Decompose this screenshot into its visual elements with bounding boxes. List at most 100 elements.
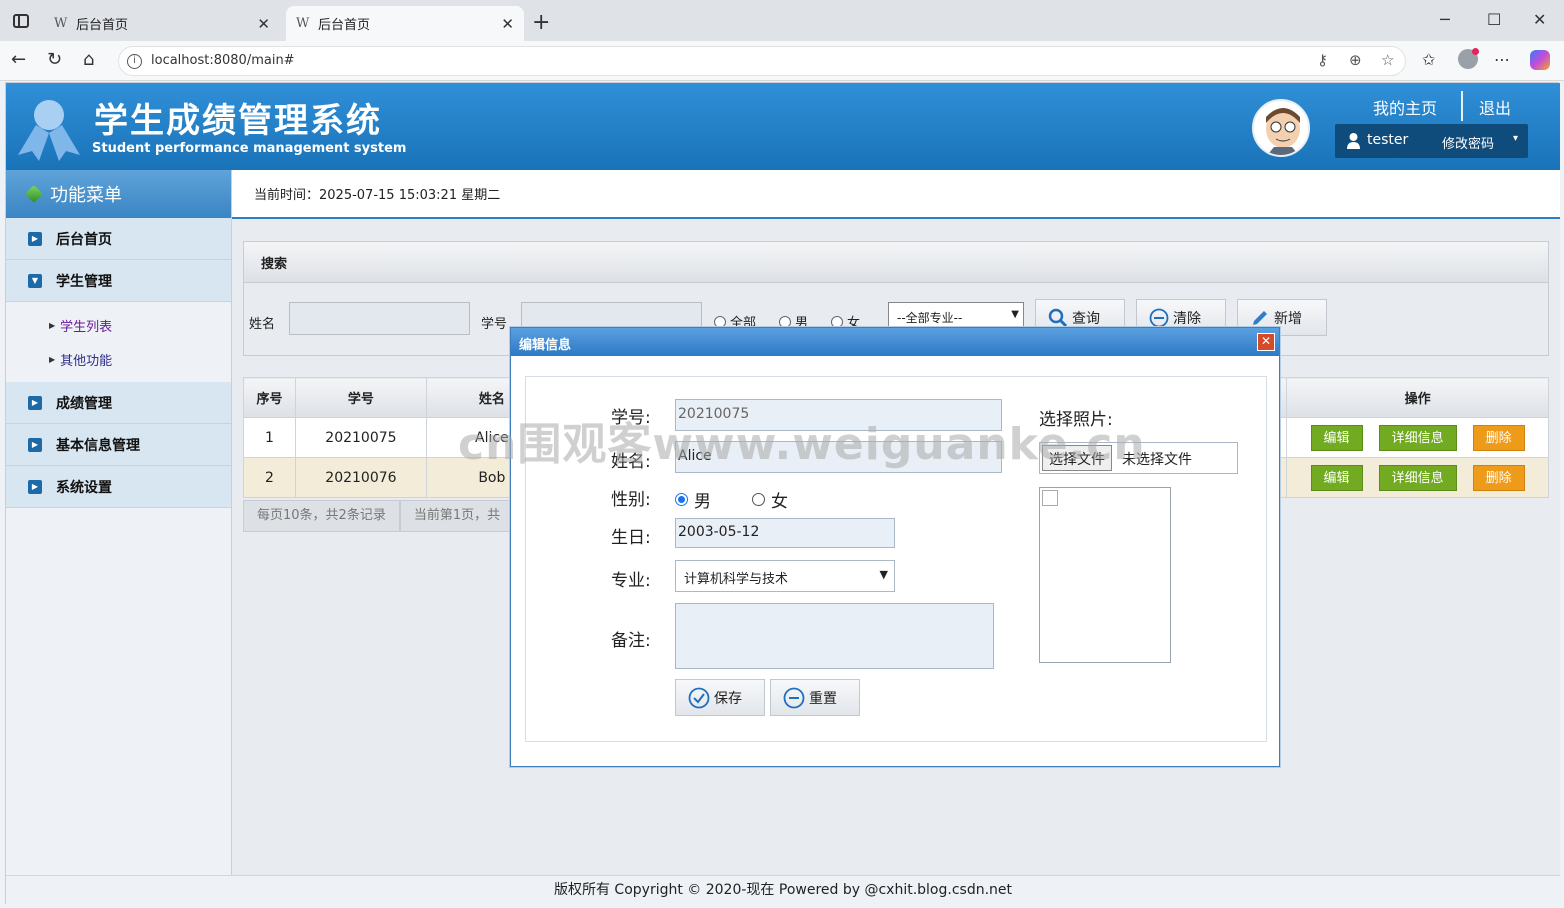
- key-icon[interactable]: ⚷: [1317, 51, 1328, 69]
- edit-button[interactable]: 编辑: [1310, 464, 1363, 491]
- photo-preview: [1039, 487, 1171, 663]
- add-button-label: 新增: [1274, 310, 1302, 327]
- reset-button[interactable]: 重置: [770, 679, 860, 716]
- query-button-label: 查询: [1072, 310, 1100, 327]
- gender-radio-male[interactable]: 男: [675, 487, 711, 512]
- menu-expanded-icon: ▼: [28, 273, 42, 288]
- username-label: tester: [1367, 132, 1409, 148]
- app-title: 学生成绩管理系统: [94, 101, 382, 141]
- menu-arrow-icon: ▶: [28, 395, 42, 410]
- maximize-icon[interactable]: ☐: [1487, 10, 1501, 29]
- broken-image-icon: [1042, 490, 1058, 506]
- browser-tab-2[interactable]: W 后台首页 ✕: [286, 6, 524, 41]
- chevron-down-icon: ▼: [879, 568, 888, 581]
- profile-icon[interactable]: [1458, 48, 1479, 69]
- dialog-close-icon[interactable]: ✕: [1257, 333, 1275, 351]
- sidebar-heading-label: 功能菜单: [50, 185, 122, 206]
- tab-favicon-icon: W: [54, 16, 68, 31]
- save-button-label: 保存: [714, 690, 742, 707]
- close-tab-icon[interactable]: ✕: [257, 15, 270, 33]
- photo-file-input[interactable]: 选择文件 未选择文件: [1039, 442, 1238, 474]
- sidebar-toggle-icon[interactable]: [13, 14, 29, 28]
- minimize-icon[interactable]: ─: [1440, 10, 1450, 29]
- sidebar-subitem-other[interactable]: ▶ 其他功能: [6, 342, 231, 376]
- pager-info: 每页10条，共2条记录: [243, 500, 400, 532]
- submenu: ▶ 学生列表 ▶ 其他功能: [6, 302, 231, 382]
- major-dropdown[interactable]: 计算机科学与技术 ▼: [675, 560, 895, 592]
- more-menu-icon[interactable]: ⋯: [1494, 50, 1510, 69]
- sidebar-item-basic-info[interactable]: ▶ 基本信息管理: [6, 424, 231, 466]
- zoom-icon[interactable]: ⊕: [1349, 51, 1362, 69]
- new-tab-icon[interactable]: +: [532, 10, 550, 35]
- favorite-star-icon[interactable]: ☆: [1381, 51, 1394, 69]
- name-search-label: 姓名: [249, 317, 276, 332]
- major-select[interactable]: --全部专业-- ▼: [888, 302, 1024, 330]
- search-icon: [1048, 308, 1068, 327]
- edit-button[interactable]: 编辑: [1310, 424, 1363, 451]
- name-label: 姓名:: [611, 452, 651, 472]
- sidebar-item-grades[interactable]: ▶ 成绩管理: [6, 382, 231, 424]
- copilot-icon[interactable]: [1530, 50, 1550, 70]
- save-button[interactable]: 保存: [675, 679, 765, 716]
- cell-no: 2: [243, 457, 296, 498]
- birthday-label: 生日:: [611, 528, 651, 548]
- sidebar-item-settings[interactable]: ▶ 系统设置: [6, 466, 231, 508]
- menu-cube-icon: [24, 184, 44, 204]
- browser-tab-1[interactable]: W 后台首页 ✕: [44, 6, 280, 41]
- gender-radio-female[interactable]: 女: [752, 487, 788, 512]
- edit-dialog: 编辑信息 ✕ 学号: 20210075 姓名: Alice 性别: 男 女 生日…: [510, 327, 1280, 767]
- logout-link[interactable]: 退出: [1479, 95, 1511, 119]
- user-menu[interactable]: tester 修改密码 ▾: [1335, 124, 1528, 158]
- chevron-down-icon[interactable]: ▾: [1513, 133, 1518, 144]
- chevron-down-icon: ▼: [1011, 309, 1019, 320]
- close-tab-icon[interactable]: ✕: [501, 15, 514, 33]
- home-icon[interactable]: ⌂: [83, 49, 94, 70]
- favorites-icon[interactable]: ✩: [1422, 50, 1435, 69]
- app-subtitle: Student performance management system: [92, 141, 407, 156]
- header-divider: [1461, 91, 1463, 121]
- birthday-field[interactable]: 2003-05-12: [675, 518, 895, 548]
- time-label: 当前时间：: [254, 188, 320, 203]
- reload-icon[interactable]: ↻: [47, 49, 62, 70]
- choose-file-button[interactable]: 选择文件: [1042, 445, 1112, 471]
- dialog-title: 编辑信息: [511, 328, 1279, 356]
- note-textarea[interactable]: [675, 603, 994, 669]
- site-info-icon[interactable]: i: [127, 54, 142, 69]
- major-label: 专业:: [611, 571, 651, 591]
- minus-circle-icon: [783, 687, 805, 708]
- sidebar-item-label: 成绩管理: [56, 395, 112, 412]
- sidebar-item-label: 系统设置: [56, 479, 112, 496]
- search-heading: 搜索: [244, 242, 1548, 283]
- cell-no: 1: [243, 417, 296, 458]
- detail-button[interactable]: 详细信息: [1378, 424, 1457, 451]
- change-password-link[interactable]: 修改密码: [1442, 133, 1494, 152]
- dialog-body: 学号: 20210075 姓名: Alice 性别: 男 女 生日: 2003-…: [525, 376, 1267, 742]
- subitem-label: 其他功能: [60, 353, 113, 369]
- window-close-icon[interactable]: ✕: [1533, 10, 1546, 29]
- time-value: 2025-07-15 15:03:21 星期二: [319, 188, 501, 203]
- name-field[interactable]: Alice: [675, 441, 1002, 473]
- sid-search-label: 学号: [481, 317, 508, 332]
- sidebar-item-student-management[interactable]: ▼ 学生管理: [6, 260, 231, 302]
- cell-actions: 编辑 详细信息 删除: [1286, 457, 1549, 498]
- note-label: 备注:: [611, 631, 651, 651]
- name-search-input[interactable]: [289, 302, 470, 335]
- browser-tab-strip: W 后台首页 ✕ W 后台首页 ✕ + ─ ☐ ✕: [0, 0, 1564, 41]
- sidebar-item-home[interactable]: ▶ 后台首页: [6, 218, 231, 260]
- file-status: 未选择文件: [1122, 452, 1192, 468]
- tab-favicon-icon: W: [296, 16, 310, 31]
- delete-button[interactable]: 删除: [1472, 464, 1525, 491]
- my-home-link[interactable]: 我的主页: [1373, 95, 1437, 119]
- detail-button[interactable]: 详细信息: [1378, 464, 1457, 491]
- sid-field[interactable]: 20210075: [675, 399, 1002, 431]
- col-header: 序号: [243, 377, 296, 418]
- menu-arrow-icon: ▶: [28, 231, 42, 246]
- back-icon[interactable]: ←: [11, 49, 26, 70]
- sidebar-subitem-student-list[interactable]: ▶ 学生列表: [6, 308, 231, 342]
- menu-arrow-icon: ▶: [28, 437, 42, 452]
- delete-button[interactable]: 删除: [1472, 424, 1525, 451]
- cell-sid: 20210076: [294, 457, 427, 498]
- reset-button-label: 重置: [809, 690, 837, 707]
- menu-arrow-icon: ▶: [28, 479, 42, 494]
- url-field[interactable]: i localhost:8080/main# ⚷ ⊕ ☆: [118, 46, 1406, 76]
